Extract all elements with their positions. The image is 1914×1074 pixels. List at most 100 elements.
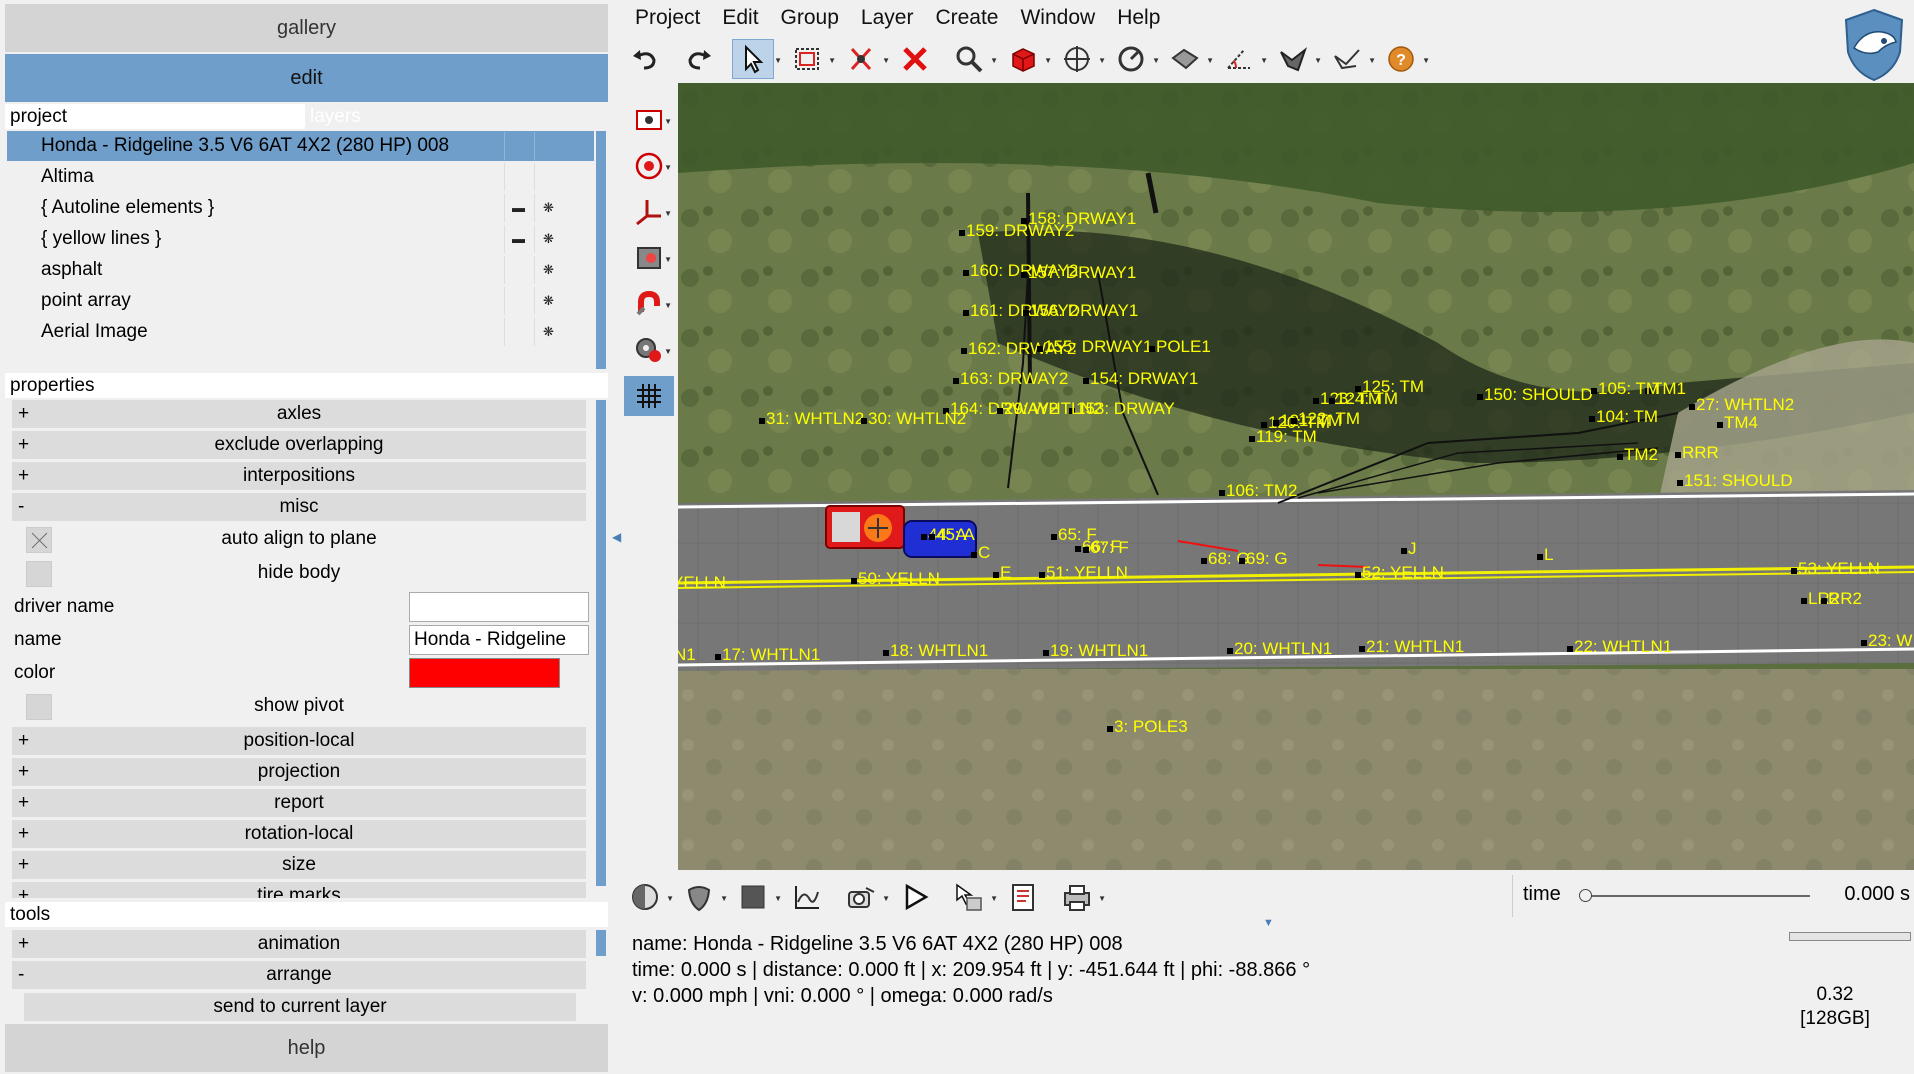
point-marker[interactable]: [1589, 416, 1595, 422]
point-marker[interactable]: [715, 654, 721, 660]
tab-layers[interactable]: layers: [310, 104, 510, 129]
camera-record-tool[interactable]: ▼: [624, 100, 674, 140]
point-marker[interactable]: [1039, 572, 1045, 578]
point-label[interactable]: 45: A: [936, 525, 975, 545]
measure-tool[interactable]: ▼: [1111, 40, 1160, 78]
point-label[interactable]: 52: YELLN: [1362, 563, 1444, 583]
point-marker[interactable]: [921, 534, 927, 540]
select-tool[interactable]: ▼: [732, 39, 782, 79]
point-marker[interactable]: [963, 310, 969, 316]
terrain-tool[interactable]: ▼: [1273, 40, 1322, 78]
layer-visibility-icon[interactable]: [534, 132, 562, 160]
prop-exclude-overlapping[interactable]: + exclude overlapping: [12, 431, 586, 459]
point-label[interactable]: 50: YELLN: [858, 569, 940, 589]
menu-edit[interactable]: Edit: [712, 2, 770, 38]
point-marker[interactable]: [1477, 394, 1483, 400]
angle-tool[interactable]: ▼: [1219, 40, 1268, 78]
cube-tool[interactable]: ▼: [1003, 40, 1052, 78]
menu-window[interactable]: Window: [1010, 2, 1107, 38]
plane-tool[interactable]: ▼: [1165, 40, 1214, 78]
settings-tool[interactable]: ▼: [624, 330, 674, 370]
point-label[interactable]: 29: WHTLN2: [1004, 399, 1102, 419]
layer-row[interactable]: { Autoline elements } ▬ ❋: [7, 193, 594, 223]
time-slider-knob[interactable]: [1579, 889, 1592, 902]
camera-button[interactable]: ▼: [841, 878, 890, 916]
prop-size[interactable]: + size: [12, 851, 586, 879]
point-marker[interactable]: [1043, 650, 1049, 656]
point-marker[interactable]: [1273, 420, 1279, 426]
help-tool[interactable]: ? ▼: [1381, 40, 1430, 78]
point-label[interactable]: 125: TM: [1362, 377, 1424, 397]
point-marker[interactable]: [1537, 554, 1543, 560]
tool-animation[interactable]: + animation: [12, 930, 586, 958]
point-label[interactable]: 106: TM2: [1226, 481, 1298, 501]
point-marker[interactable]: [1239, 558, 1245, 564]
gallery-button[interactable]: gallery: [5, 4, 608, 52]
layer-folder-icon[interactable]: [504, 256, 532, 284]
prop-rotation-local[interactable]: + rotation-local: [12, 820, 586, 848]
point-marker[interactable]: [1219, 490, 1225, 496]
point-marker[interactable]: [971, 552, 977, 558]
point-label[interactable]: RR2: [1828, 589, 1862, 609]
layer-folder-icon[interactable]: ▬: [504, 194, 532, 222]
layer-row[interactable]: Altima: [7, 162, 594, 192]
material-button[interactable]: ▼: [679, 878, 728, 916]
point-marker[interactable]: [1329, 398, 1335, 404]
layer-row[interactable]: Aerial Image ❋: [7, 317, 594, 347]
point-marker[interactable]: [1227, 648, 1233, 654]
point-marker[interactable]: [1313, 398, 1319, 404]
graph-button[interactable]: [787, 878, 827, 916]
point-marker[interactable]: [1689, 404, 1695, 410]
auto-align-checkbox[interactable]: [26, 527, 52, 553]
point-marker[interactable]: [961, 348, 967, 354]
point-marker[interactable]: [759, 418, 765, 424]
point-marker[interactable]: [1821, 598, 1827, 604]
point-marker[interactable]: [1149, 346, 1155, 352]
point-marker[interactable]: [1261, 422, 1267, 428]
layer-row[interactable]: point array ❋: [7, 286, 594, 316]
expand-info-arrow[interactable]: ▼: [1263, 917, 1274, 929]
report-button[interactable]: [1003, 878, 1043, 916]
layer-visibility-icon[interactable]: ❋: [534, 194, 562, 222]
point-marker[interactable]: [1401, 548, 1407, 554]
point-marker[interactable]: [1355, 386, 1361, 392]
point-label[interactable]: 19: WHTLN1: [1050, 641, 1148, 661]
point-marker[interactable]: [1791, 568, 1797, 574]
prop-tire-marks[interactable]: + tire marks: [12, 882, 586, 898]
point-label[interactable]: 18: WHTLN1: [890, 641, 988, 661]
grid-tool[interactable]: [624, 376, 674, 416]
point-label[interactable]: 159: DRWAY2: [966, 221, 1074, 241]
point-marker[interactable]: [1201, 558, 1207, 564]
target-tool[interactable]: ▼: [624, 146, 674, 186]
name-field[interactable]: Honda - Ridgeline: [409, 625, 589, 655]
point-label[interactable]: 122: TM: [1298, 409, 1360, 429]
point-marker[interactable]: [1083, 547, 1089, 553]
pan-tool[interactable]: ▼: [1057, 40, 1106, 78]
point-marker[interactable]: [1083, 378, 1089, 384]
prop-axles[interactable]: + axles: [12, 400, 586, 428]
point-label[interactable]: 22: WHTLN1: [1574, 637, 1672, 657]
fill-button[interactable]: ▼: [733, 878, 782, 916]
time-slider-track[interactable]: [1585, 895, 1810, 897]
point-label[interactable]: 27: WHTLN2: [1696, 395, 1794, 415]
axis-tool[interactable]: ▼: [624, 192, 674, 232]
redo-button[interactable]: [679, 40, 719, 78]
point-label[interactable]: 53: YELLN: [1798, 559, 1880, 579]
point-label[interactable]: 150: SHOULD: [1484, 385, 1593, 405]
layer-visibility-icon[interactable]: ❋: [534, 225, 562, 253]
tool-arrange[interactable]: - arrange: [12, 961, 586, 989]
point-marker[interactable]: [1675, 452, 1681, 458]
point-marker[interactable]: [1249, 436, 1255, 442]
point-label[interactable]: 104: TM: [1596, 407, 1658, 427]
prop-projection[interactable]: + projection: [12, 758, 586, 786]
point-label[interactable]: TM2: [1624, 445, 1658, 465]
edit-button[interactable]: edit: [5, 54, 608, 102]
undo-button[interactable]: [625, 40, 665, 78]
point-label[interactable]: 67: F: [1090, 538, 1129, 558]
point-marker[interactable]: [1677, 480, 1683, 486]
layer-visibility-icon[interactable]: ❋: [534, 287, 562, 315]
collapse-panel-arrow[interactable]: ◀: [612, 530, 621, 544]
properties-scrollbar[interactable]: [596, 400, 606, 886]
menu-create[interactable]: Create: [925, 2, 1010, 38]
shading-button[interactable]: ▼: [625, 878, 674, 916]
